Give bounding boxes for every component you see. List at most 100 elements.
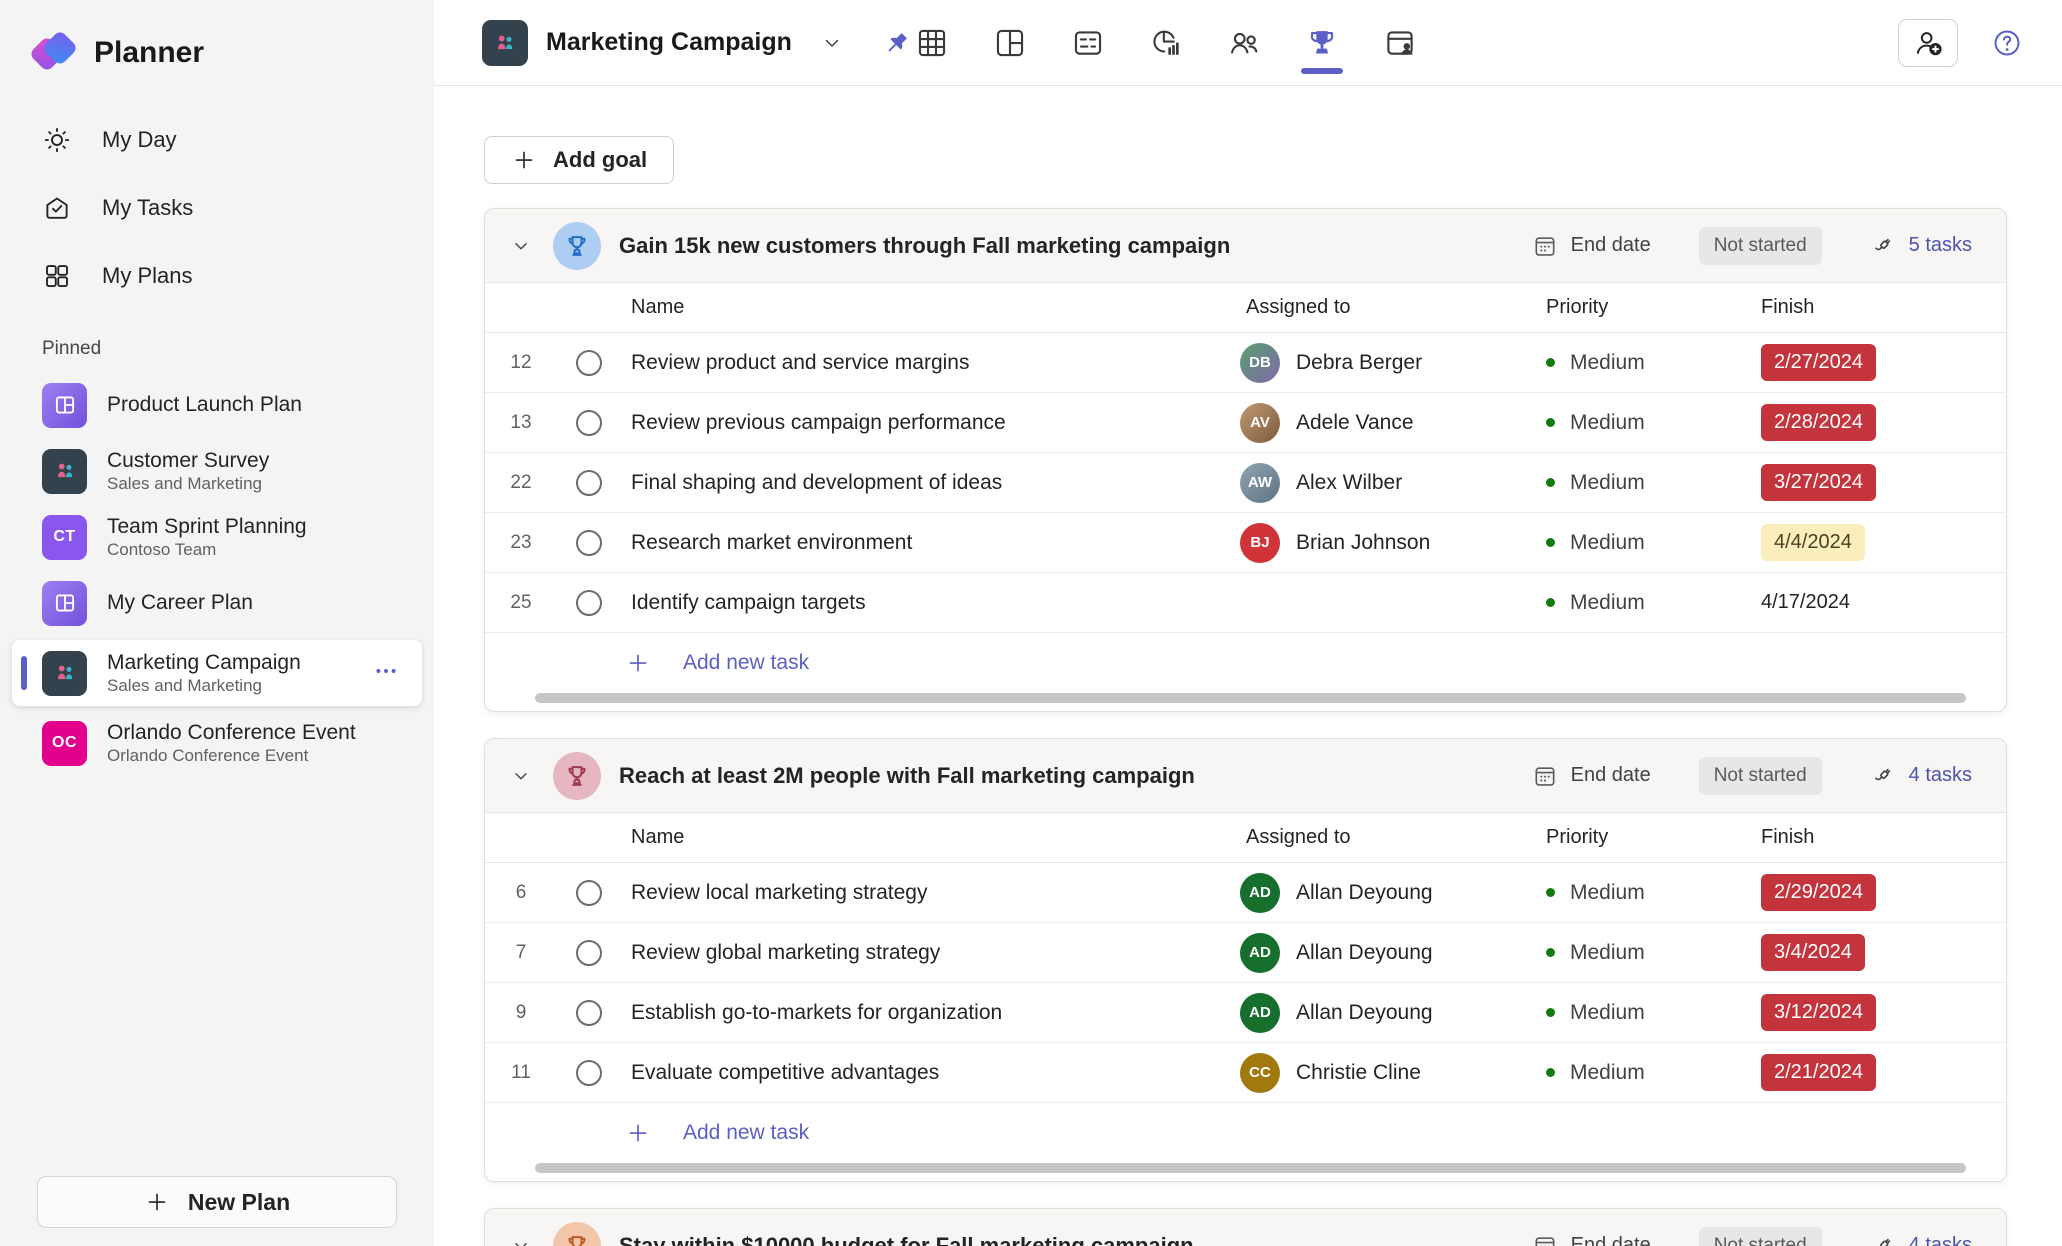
- task-finish-cell[interactable]: 2/28/2024: [1751, 404, 1986, 441]
- goal-end-date-button[interactable]: End date: [1532, 233, 1651, 259]
- sidebar-item-my-day[interactable]: My Day: [0, 106, 434, 174]
- assignee-name: Allan Deyoung: [1296, 1000, 1433, 1024]
- charts-view[interactable]: [1144, 0, 1188, 85]
- task-priority-cell[interactable]: Medium: [1536, 411, 1751, 435]
- plan-item-marketing-campaign[interactable]: Marketing Campaign Sales and Marketing: [12, 640, 422, 706]
- goal-title[interactable]: Stay within $10000 budget for Fall marke…: [619, 1233, 1514, 1246]
- goal-collapse-chevron-icon[interactable]: [507, 235, 535, 257]
- task-name[interactable]: Identify campaign targets: [621, 591, 1236, 615]
- task-finish-cell[interactable]: 3/27/2024: [1751, 464, 1986, 501]
- share-plan-button[interactable]: [1898, 18, 1958, 67]
- timeline-view[interactable]: [1066, 0, 1110, 85]
- horizontal-scrollbar-thumb[interactable]: [535, 1163, 1966, 1173]
- task-priority-cell[interactable]: Medium: [1536, 941, 1751, 965]
- task-finish-cell[interactable]: 3/12/2024: [1751, 994, 1986, 1031]
- task-priority-cell[interactable]: Medium: [1536, 1001, 1751, 1025]
- goal-title[interactable]: Reach at least 2M people with Fall marke…: [619, 763, 1514, 789]
- task-complete-checkbox[interactable]: [576, 409, 602, 436]
- board-view[interactable]: [988, 0, 1032, 85]
- plan-item-orlando-conference-event[interactable]: OC Orlando Conference Event Orlando Confer…: [0, 710, 434, 776]
- goal-status-badge[interactable]: Not started: [1698, 756, 1822, 795]
- task-name[interactable]: Evaluate competitive advantages: [621, 1061, 1236, 1085]
- plan-item-my-career-plan[interactable]: My Career Plan: [0, 570, 434, 636]
- goals-view[interactable]: [1300, 0, 1344, 85]
- task-finish-cell[interactable]: 4/17/2024: [1751, 584, 1986, 621]
- col-header-finish[interactable]: Finish: [1751, 296, 1986, 319]
- task-finish-cell[interactable]: 2/21/2024: [1751, 1054, 1986, 1091]
- task-priority-cell[interactable]: Medium: [1536, 471, 1751, 495]
- task-complete-checkbox[interactable]: [576, 939, 602, 966]
- goal-linked-tasks-link[interactable]: 4 tasks: [1870, 763, 1972, 789]
- col-header-name[interactable]: Name: [621, 296, 1236, 319]
- goal-linked-tasks-link[interactable]: 4 tasks: [1870, 1233, 1972, 1246]
- goal-status-badge[interactable]: Not started: [1698, 226, 1822, 265]
- task-assignee-cell[interactable]: AD Allan Deyoung: [1236, 992, 1536, 1033]
- add-new-task-button[interactable]: Add new task: [485, 1103, 2006, 1163]
- task-complete-checkbox[interactable]: [576, 529, 602, 556]
- help-button[interactable]: [1988, 24, 2026, 62]
- goal-end-date-button[interactable]: End date: [1532, 763, 1651, 789]
- people-view[interactable]: [1222, 0, 1266, 85]
- assignments-view[interactable]: [1378, 0, 1422, 85]
- task-priority-cell[interactable]: Medium: [1536, 351, 1751, 375]
- task-finish-cell[interactable]: 3/4/2024: [1751, 934, 1986, 971]
- add-new-task-button[interactable]: Add new task: [485, 633, 2006, 693]
- add-goal-button[interactable]: Add goal: [484, 136, 675, 184]
- sidebar-item-my-tasks[interactable]: My Tasks: [0, 174, 434, 242]
- plan-item-product-launch-plan[interactable]: Product Launch Plan: [0, 372, 434, 438]
- task-name[interactable]: Review local marketing strategy: [621, 881, 1236, 905]
- task-assignee-cell[interactable]: AD Allan Deyoung: [1236, 872, 1536, 913]
- new-plan-button[interactable]: New Plan: [37, 1176, 397, 1228]
- sidebar-item-my-plans[interactable]: My Plans: [0, 242, 434, 310]
- end-date-label: End date: [1570, 764, 1651, 786]
- table-view[interactable]: [910, 0, 954, 85]
- task-assignee-cell[interactable]: AW Alex Wilber: [1236, 462, 1536, 503]
- task-assignee-cell[interactable]: AV Adele Vance: [1236, 402, 1536, 443]
- goal-collapse-chevron-icon[interactable]: [507, 765, 535, 787]
- goal-status-badge[interactable]: Not started: [1698, 1226, 1822, 1246]
- task-name[interactable]: Establish go-to-markets for organization: [621, 1001, 1236, 1025]
- task-priority-cell[interactable]: Medium: [1536, 531, 1751, 555]
- task-assignee-cell[interactable]: AD Allan Deyoung: [1236, 932, 1536, 973]
- goal-end-date-button[interactable]: End date: [1532, 1233, 1651, 1246]
- plan-item-team-sprint-planning[interactable]: CT Team Sprint Planning Contoso Team: [0, 504, 434, 570]
- col-header-priority[interactable]: Priority: [1536, 296, 1751, 319]
- task-finish-cell[interactable]: 4/4/2024: [1751, 524, 1986, 561]
- task-assignee-cell[interactable]: DB Debra Berger: [1236, 342, 1536, 383]
- task-priority-cell[interactable]: Medium: [1536, 591, 1751, 615]
- task-name[interactable]: Review product and service margins: [621, 351, 1236, 375]
- task-finish-cell[interactable]: 2/29/2024: [1751, 874, 1986, 911]
- task-complete-checkbox[interactable]: [576, 349, 602, 376]
- plan-more-button[interactable]: [368, 655, 404, 691]
- view-switcher: [910, 0, 1422, 85]
- task-priority-cell[interactable]: Medium: [1536, 1061, 1751, 1085]
- task-complete-checkbox[interactable]: [576, 589, 602, 616]
- plan-title-dropdown-chevron-icon[interactable]: [814, 25, 850, 61]
- task-assignee-cell[interactable]: CC Christie Cline: [1236, 1052, 1536, 1093]
- task-assignee-cell[interactable]: [1236, 583, 1536, 623]
- task-complete-checkbox[interactable]: [576, 1059, 602, 1086]
- col-header-assigned-to[interactable]: Assigned to: [1236, 826, 1536, 849]
- col-header-name[interactable]: Name: [621, 826, 1236, 849]
- col-header-priority[interactable]: Priority: [1536, 826, 1751, 849]
- task-complete-checkbox[interactable]: [576, 999, 602, 1026]
- horizontal-scrollbar-thumb[interactable]: [535, 693, 1966, 703]
- task-priority-cell[interactable]: Medium: [1536, 881, 1751, 905]
- priority-dot-icon: [1546, 1068, 1555, 1077]
- task-assignee-cell[interactable]: BJ Brian Johnson: [1236, 522, 1536, 563]
- col-header-assigned-to[interactable]: Assigned to: [1236, 296, 1536, 319]
- goal-collapse-chevron-icon[interactable]: [507, 1235, 535, 1246]
- task-complete-checkbox[interactable]: [576, 469, 602, 496]
- task-name[interactable]: Research market environment: [621, 531, 1236, 555]
- task-finish-cell[interactable]: 2/27/2024: [1751, 344, 1986, 381]
- task-name[interactable]: Final shaping and development of ideas: [621, 471, 1236, 495]
- plan-title-group[interactable]: Marketing Campaign: [482, 19, 916, 66]
- task-name[interactable]: Review global marketing strategy: [621, 941, 1236, 965]
- plan-item-customer-survey[interactable]: Customer Survey Sales and Marketing: [0, 438, 434, 504]
- col-header-finish[interactable]: Finish: [1751, 826, 1986, 849]
- goal-linked-tasks-link[interactable]: 5 tasks: [1870, 233, 1972, 259]
- collapse-sidebar-button[interactable]: [358, 32, 400, 74]
- task-name[interactable]: Review previous campaign performance: [621, 411, 1236, 435]
- goal-title[interactable]: Gain 15k new customers through Fall mark…: [619, 233, 1514, 259]
- task-complete-checkbox[interactable]: [576, 879, 602, 906]
